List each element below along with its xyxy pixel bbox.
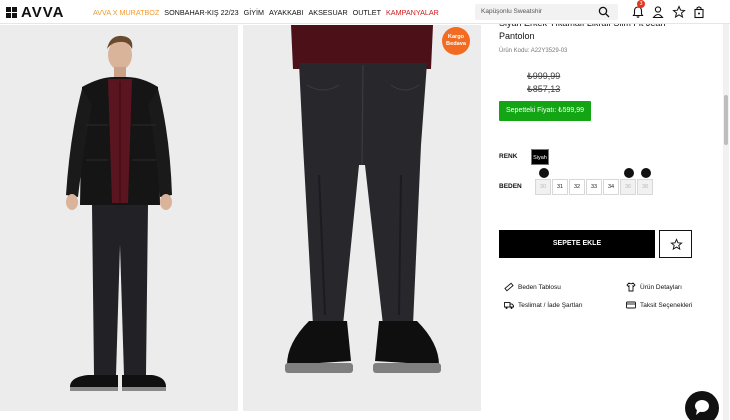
truck-icon	[504, 302, 514, 309]
ruler-icon	[504, 282, 514, 292]
product-info-panel: Siyah Erkek Yıkamalı Likralı Slim Fit Je…	[489, 18, 730, 420]
nav-kampanyalar[interactable]: KAMPANYALAR	[386, 8, 439, 17]
size-label-31: 31	[556, 184, 564, 190]
notification-badge: 3	[637, 0, 645, 8]
old-price-2: ₺857,13	[527, 84, 561, 94]
product-image-pants-closeup[interactable]	[243, 25, 481, 411]
main-nav: AVVA X MURATBOZ SONBAHAR-KIŞ 22/23 GİYİM…	[93, 8, 439, 17]
search-input[interactable]: Kapüşonlu Sweatshir	[481, 8, 542, 15]
free-shipping-badge: Kargo Bedava	[442, 27, 470, 55]
size-option-33[interactable]: 33	[586, 179, 602, 195]
search-box[interactable]: Kapüşonlu Sweatshir	[475, 4, 618, 20]
tshirt-icon	[626, 282, 636, 292]
chat-bubble-icon	[695, 400, 709, 415]
avva-logo[interactable]: AVVA	[6, 4, 65, 21]
nav-sonbahar-kis[interactable]: SONBAHAR-KIŞ 22/23	[164, 8, 238, 17]
pants-illustration	[243, 25, 481, 411]
installment-options-label: Taksit Seçenekleri	[640, 301, 693, 309]
page-scrollbar[interactable]	[723, 24, 729, 420]
stock-alert-bell-icon[interactable]	[624, 168, 634, 178]
credit-card-icon	[626, 301, 636, 309]
size-label-32: 32	[573, 184, 581, 190]
nav-aksesuar[interactable]: AKSESUAR	[308, 8, 347, 17]
size-chart-link[interactable]: Beden Tablosu	[504, 282, 561, 292]
live-chat-button[interactable]	[685, 391, 719, 420]
size-chart-label: Beden Tablosu	[518, 283, 561, 291]
color-swatch-siyah[interactable]: Siyah	[531, 149, 549, 165]
size-option-32[interactable]: 32	[569, 179, 585, 195]
search-icon[interactable]	[598, 6, 610, 18]
star-icon	[670, 238, 683, 251]
logo-text: AVVA	[21, 4, 65, 21]
stock-alert-bell-icon[interactable]	[539, 168, 549, 178]
size-label-30: 30	[539, 184, 547, 190]
favorites-star-icon[interactable]	[672, 5, 686, 19]
size-option-34[interactable]: 34	[603, 179, 619, 195]
size-label-33: 33	[590, 184, 598, 190]
size-option-36[interactable]: 36	[620, 168, 636, 195]
nav-ayakkabi[interactable]: AYAKKABI	[269, 8, 304, 17]
size-option-38[interactable]: 38	[637, 168, 653, 195]
color-label: RENK	[499, 153, 518, 160]
delivery-returns-label: Teslimat / İade Şartları	[518, 301, 583, 309]
product-code: Ürün Kodu: A22Y3529-03	[499, 48, 568, 54]
add-to-favorites-button[interactable]	[659, 230, 692, 258]
size-selector: 30 31 32 33 34 36 38	[535, 168, 653, 195]
delivery-returns-link[interactable]: Teslimat / İade Şartları	[504, 300, 583, 310]
size-option-31[interactable]: 31	[552, 179, 568, 195]
user-icon[interactable]	[651, 5, 665, 19]
size-label-34: 34	[607, 184, 615, 190]
site-header: AVVA AVVA X MURATBOZ SONBAHAR-KIŞ 22/23 …	[0, 0, 730, 24]
installment-options-link[interactable]: Taksit Seçenekleri	[626, 300, 692, 310]
old-price-1: ₺999,99	[527, 71, 561, 81]
size-label: BEDEN	[499, 183, 522, 190]
size-option-30[interactable]: 30	[535, 168, 551, 195]
size-label-36: 36	[624, 184, 632, 190]
model-illustration	[0, 25, 238, 411]
size-label-38: 38	[641, 184, 649, 190]
shopping-bag-icon[interactable]	[692, 5, 706, 19]
product-image-full-outfit[interactable]	[0, 25, 238, 411]
add-to-cart-button[interactable]: SEPETE EKLE	[499, 230, 655, 258]
nav-avva-x-muratboz[interactable]: AVVA X MURATBOZ	[93, 8, 159, 17]
basket-price-badge: Sepetteki Fiyatı: ₺599,99	[499, 101, 591, 121]
scrollbar-thumb[interactable]	[724, 95, 728, 145]
logo-grid-icon	[6, 7, 17, 18]
nav-outlet[interactable]: OUTLET	[353, 8, 381, 17]
product-details-label: Ürün Detayları	[640, 283, 682, 291]
stock-alert-bell-icon[interactable]	[641, 168, 651, 178]
product-details-link[interactable]: Ürün Detayları	[626, 282, 682, 292]
nav-giyim[interactable]: GİYİM	[244, 8, 264, 17]
